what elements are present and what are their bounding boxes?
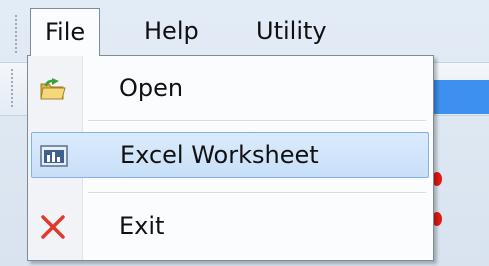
selected-row-highlight xyxy=(425,80,489,114)
menu-item-exit[interactable]: Exit xyxy=(31,204,429,250)
menu-help[interactable]: Help xyxy=(130,8,213,54)
menu-utility[interactable]: Utility xyxy=(242,8,341,54)
menu-file[interactable]: File xyxy=(30,8,101,56)
menu-separator xyxy=(88,120,426,122)
excel-worksheet-icon xyxy=(40,142,68,170)
menu-item-excel-worksheet[interactable]: Excel Worksheet xyxy=(31,132,429,178)
open-folder-icon xyxy=(39,75,67,103)
file-menu-dropdown: Open Excel Worksheet Exit xyxy=(27,55,434,261)
menu-item-label: Excel Worksheet xyxy=(120,141,319,169)
menu-item-label: Exit xyxy=(119,212,165,240)
menu-item-open[interactable]: Open xyxy=(31,66,429,112)
toolbar-grip[interactable] xyxy=(10,68,14,108)
menu-item-label: Open xyxy=(119,74,184,102)
exit-x-icon xyxy=(39,213,67,241)
menu-separator xyxy=(88,192,426,194)
